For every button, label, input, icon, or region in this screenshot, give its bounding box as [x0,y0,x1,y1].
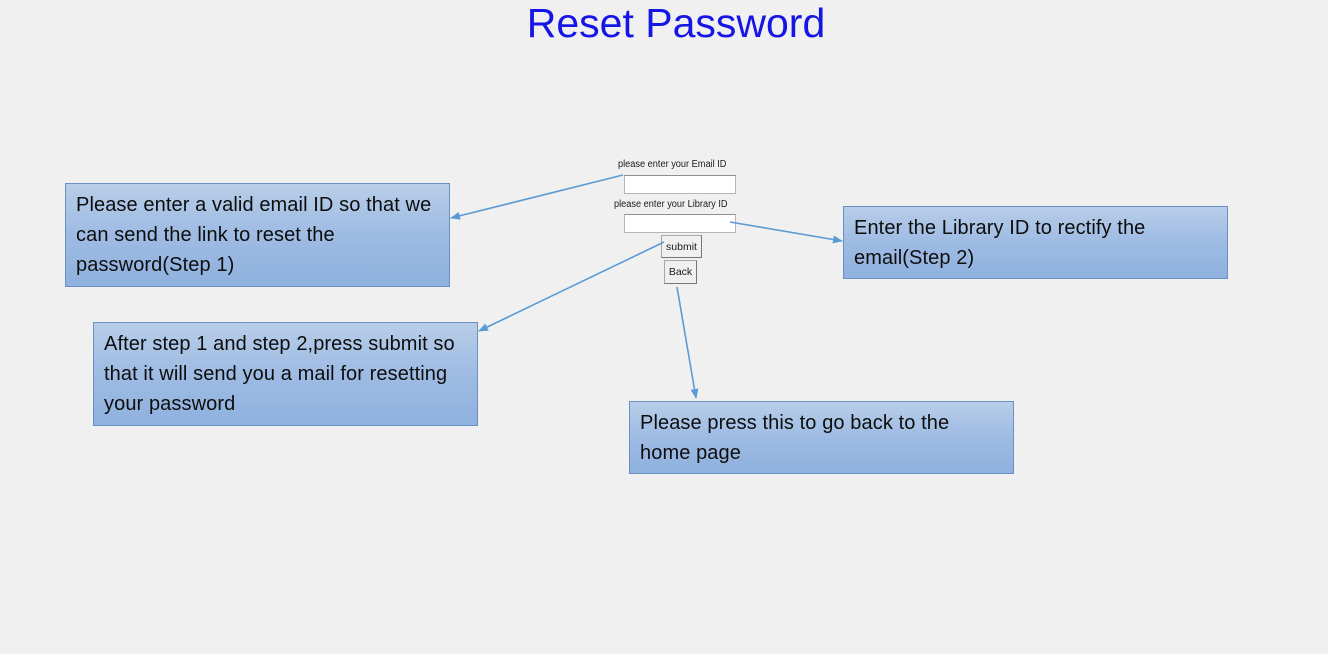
back-callout: Please press this to go back to the home… [629,401,1014,474]
back-arrow [676,286,699,399]
library-id-label: please enter your Library ID [614,199,728,210]
page-title: Reset Password [526,0,826,46]
email-input[interactable] [624,175,736,194]
library-id-callout: Enter the Library ID to rectify the emai… [843,206,1228,279]
submit-arrow [478,241,665,332]
back-button[interactable]: Back [664,260,697,284]
library-id-arrow [729,221,843,244]
email-label: please enter your Email ID [618,159,727,170]
email-callout: Please enter a valid email ID so that we… [65,183,450,287]
email-arrow [450,174,624,220]
library-id-input[interactable] [624,214,736,233]
submit-callout: After step 1 and step 2,press submit so … [93,322,478,426]
submit-button[interactable]: submit [661,235,702,258]
